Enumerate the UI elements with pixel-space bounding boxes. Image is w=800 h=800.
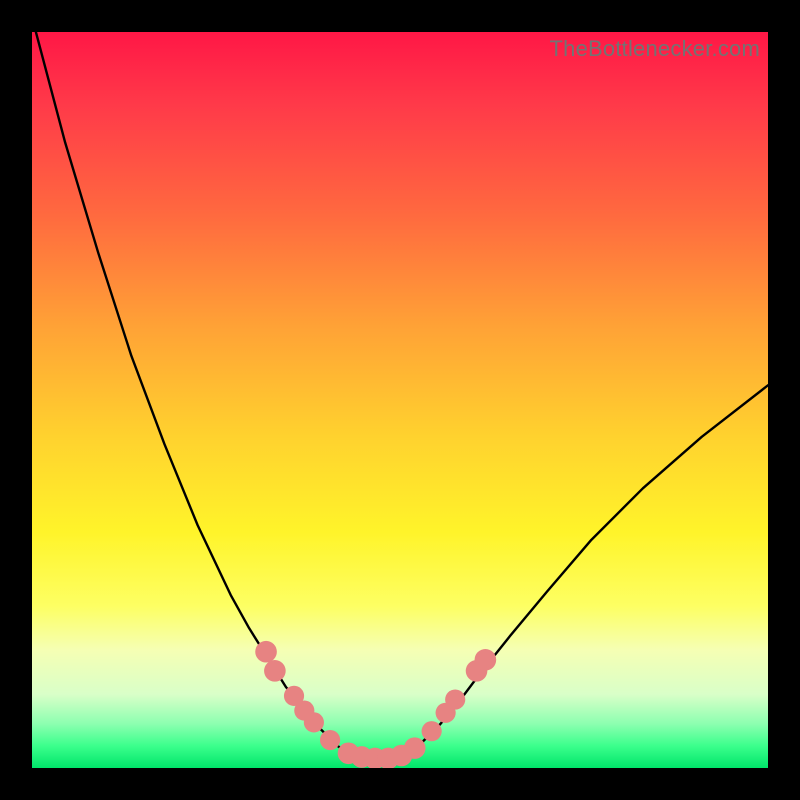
- chart-plot-area: TheBottlenecker.com: [32, 32, 768, 768]
- data-marker: [422, 721, 442, 741]
- data-marker: [404, 737, 426, 759]
- chart-svg: [32, 32, 768, 768]
- data-marker: [264, 660, 286, 682]
- data-marker: [320, 730, 340, 750]
- bottleneck-curve: [32, 32, 768, 759]
- data-marker: [445, 689, 465, 709]
- data-marker: [304, 712, 324, 732]
- chart-frame: TheBottlenecker.com: [0, 0, 800, 800]
- data-marker: [475, 649, 497, 671]
- data-marker: [255, 641, 277, 663]
